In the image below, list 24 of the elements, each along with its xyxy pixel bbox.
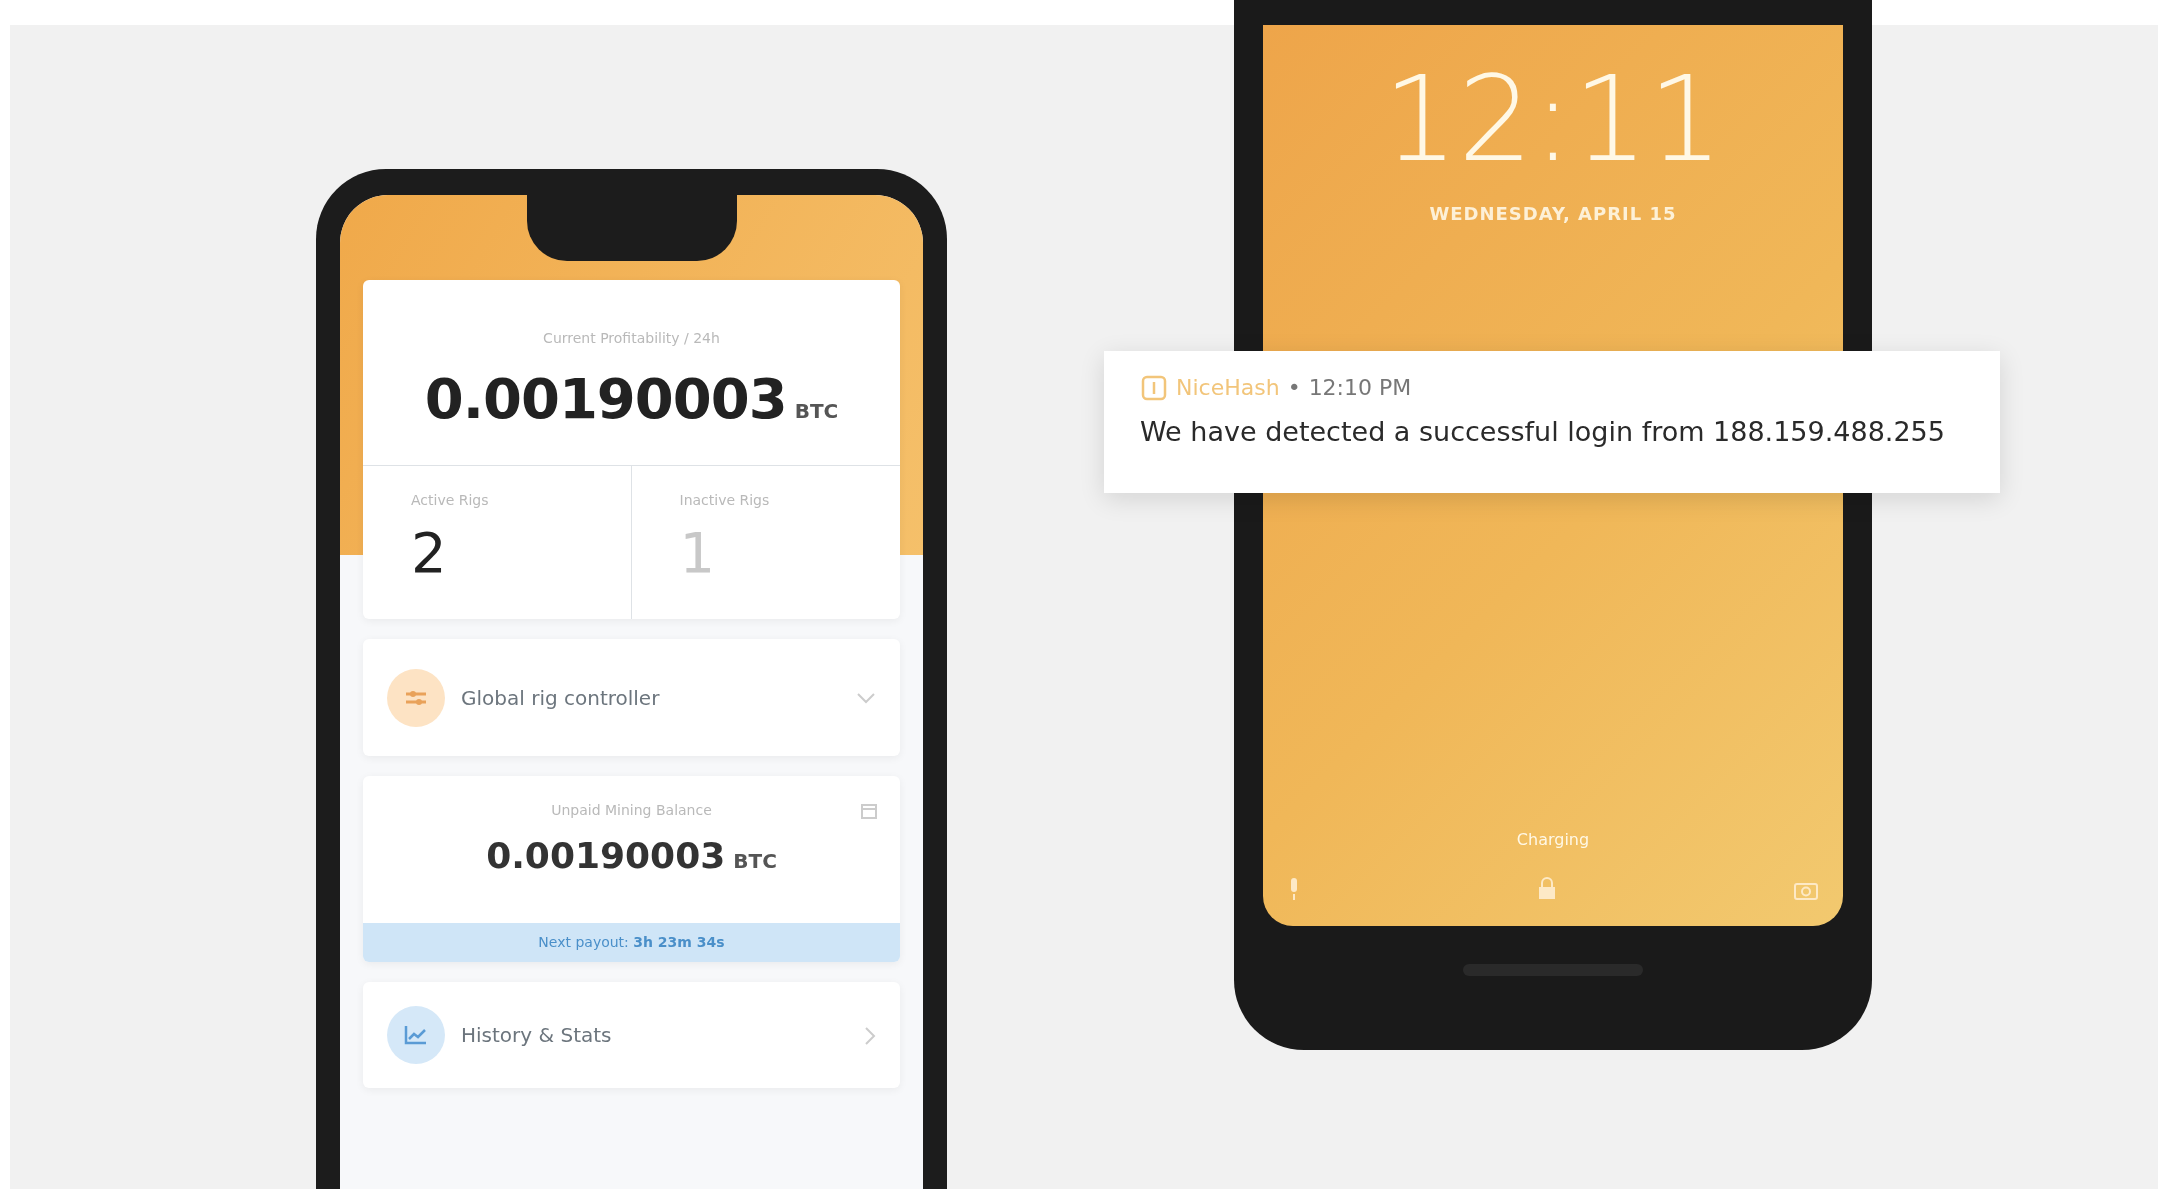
history-row[interactable]: History & Stats bbox=[363, 982, 900, 1088]
notification-app-name: NiceHash bbox=[1176, 374, 1280, 402]
charging-label: Charging bbox=[1516, 829, 1590, 851]
rig-count: 2 bbox=[411, 519, 448, 587]
notification-time: 12:10 PM bbox=[1308, 374, 1412, 402]
lock-date: WEDNESDAY, APRIL 15 bbox=[1429, 202, 1677, 226]
notification-separator: • bbox=[1287, 374, 1301, 402]
lock-clock: 12:11 bbox=[1382, 60, 1724, 178]
profitability-amount: 0.00190003 bbox=[424, 365, 787, 433]
payout-label: Next payout: bbox=[538, 934, 629, 950]
rig-controller-row[interactable]: Global rig controller bbox=[363, 639, 900, 756]
payout-time: 3h 23m 34s bbox=[633, 934, 725, 950]
balance-amount: 0.00190003 bbox=[486, 834, 726, 878]
history-label: History & Stats bbox=[461, 1022, 613, 1049]
currency-unit: BTC bbox=[794, 398, 839, 425]
app-logo-icon bbox=[1140, 373, 1168, 402]
notification-message: We have detected a successful login from 188.159.488.255 bbox=[1140, 415, 1946, 449]
profitability-label: Current Profitability / 24h bbox=[542, 329, 721, 348]
currency-unit: BTC bbox=[733, 848, 777, 875]
rig-count-label: Inactive Rigs bbox=[679, 491, 771, 510]
lock-icon[interactable] bbox=[1537, 876, 1557, 902]
rig-controller-label: Global rig controller bbox=[461, 684, 661, 712]
balance-label: Unpaid Mining Balance bbox=[551, 801, 712, 820]
rig-count-label: Active Rigs bbox=[411, 491, 490, 510]
